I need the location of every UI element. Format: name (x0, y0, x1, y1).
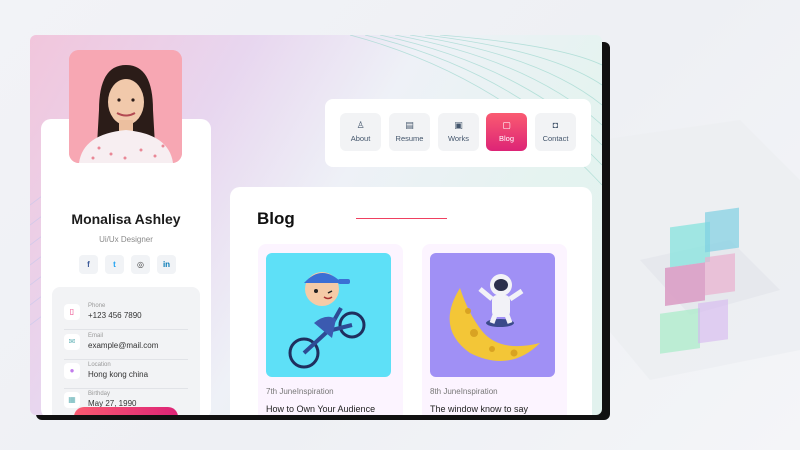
facebook-link[interactable]: f (79, 255, 98, 274)
dribbble-icon: ◎ (137, 260, 144, 269)
blog-section: Blog 7th JuneInspiration How to Own Your… (230, 187, 592, 415)
linkedin-link[interactable]: in (157, 255, 176, 274)
contact-label: Birthday (88, 391, 111, 397)
dribbble-link[interactable]: ◎ (131, 255, 150, 274)
contact-value: Hong kong china (88, 370, 149, 379)
contact-row-birthday: ▦ Birthday May 27, 1990 (64, 391, 136, 408)
nav-works[interactable]: ▣ Works (438, 113, 479, 151)
calendar-glyph: ▦ (68, 395, 76, 404)
nav-label: Works (447, 134, 470, 143)
mail-icon: ✉ (64, 333, 80, 350)
nav-label: About (350, 134, 371, 143)
blog-post-card[interactable]: 7th JuneInspiration How to Own Your Audi… (258, 244, 403, 415)
heading-underline (356, 218, 447, 219)
contact-row-location: ● Location Hong kong china (64, 362, 148, 379)
contact-divider (64, 329, 188, 330)
contact-label: Location (88, 362, 111, 368)
phone-glyph: ▯ (69, 307, 75, 316)
blog-post-image[interactable] (430, 253, 555, 377)
contact-label: Phone (88, 303, 106, 309)
blog-post-title[interactable]: How to Own Your Audience (266, 404, 375, 414)
blog-post-meta: 7th JuneInspiration (266, 387, 334, 396)
facebook-icon: f (87, 260, 90, 269)
contact-value: example@mail.com (88, 341, 159, 350)
contact-label: Email (88, 333, 104, 339)
twitter-link[interactable]: t (105, 255, 124, 274)
contact-info-box: ▯ Phone +123 456 7890 ✉ Email example@ma… (52, 287, 200, 415)
profile-avatar (69, 50, 182, 163)
nav-blog[interactable]: ▢ Blog (486, 113, 527, 151)
nav-label: Blog (498, 134, 514, 143)
boy-on-bike-illustration (288, 272, 366, 369)
calendar-icon: ▦ (64, 391, 80, 408)
phone-icon: ▯ (64, 303, 80, 320)
briefcase-icon: ▣ (454, 120, 463, 130)
nav-about[interactable]: ♙ About (340, 113, 381, 151)
user-icon: ♙ (356, 120, 365, 130)
blog-heading: Blog (257, 209, 295, 228)
linkedin-icon: in (162, 260, 171, 269)
main-nav: ♙ About ▤ Resume ▣ Works ▢ Blog ◘ Contac… (325, 99, 591, 167)
contact-icon: ◘ (552, 120, 559, 130)
blog-post-meta: 8th JuneInspiration (430, 387, 498, 396)
contact-divider (64, 359, 188, 360)
social-links: f t ◎ in (79, 255, 176, 274)
blog-icon: ▢ (502, 120, 511, 130)
woman-portrait-image (69, 50, 182, 163)
blog-post-card[interactable]: 8th JuneInspiration The window know to s… (422, 244, 567, 415)
profile-role: Ui/Ux Designer (99, 235, 153, 244)
download-cv-button[interactable] (74, 407, 178, 415)
blog-post-image[interactable] (266, 253, 391, 377)
document-icon: ▤ (405, 120, 414, 130)
nav-label: Resume (395, 134, 424, 143)
contact-divider (64, 388, 188, 389)
decorative-glass-background (580, 120, 800, 450)
contact-value: +123 456 7890 (88, 311, 142, 320)
nav-contact[interactable]: ◘ Contact (535, 113, 576, 151)
portfolio-window: Monalisa Ashley Ui/Ux Designer f t ◎ in … (30, 35, 602, 415)
profile-name: Monalisa Ashley (71, 211, 181, 227)
nav-resume[interactable]: ▤ Resume (389, 113, 430, 151)
mail-glyph: ✉ (68, 337, 76, 346)
twitter-icon: t (113, 260, 116, 269)
nav-label: Contact (542, 134, 569, 143)
astronaut-on-moon-illustration (449, 274, 540, 361)
location-glyph: ● (69, 366, 75, 375)
location-icon: ● (64, 362, 80, 379)
blog-post-title[interactable]: The window know to say (430, 404, 528, 414)
contact-row-phone: ▯ Phone +123 456 7890 (64, 303, 142, 320)
contact-row-email: ✉ Email example@mail.com (64, 333, 158, 350)
glass-cubes-decoration (600, 120, 800, 380)
